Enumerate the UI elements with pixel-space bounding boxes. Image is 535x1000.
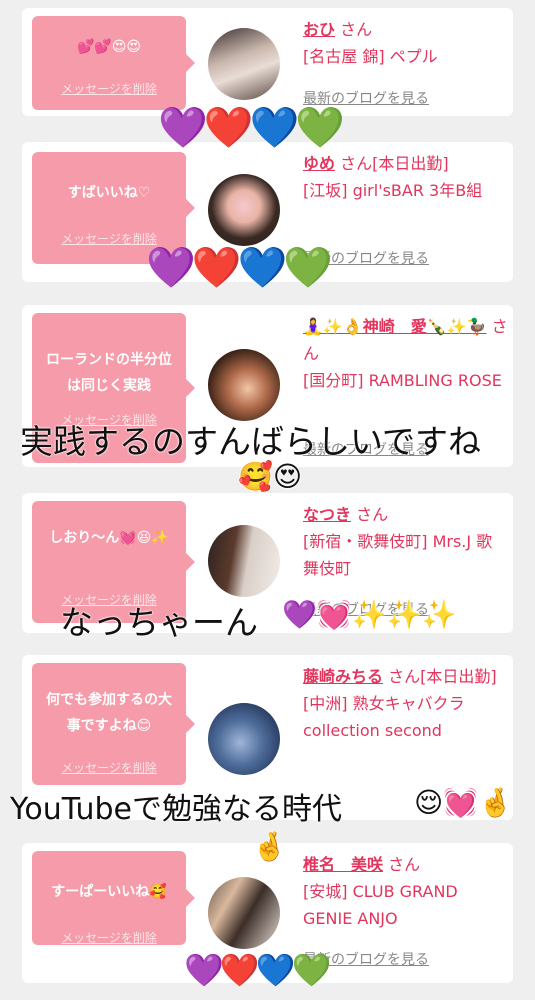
shop-info: [安城] CLUB GRAND GENIE ANJO: [303, 882, 458, 928]
delete-message-link[interactable]: メッセージを削除: [32, 80, 186, 97]
overlay-caption: 実践するのすんばらしいですね: [20, 422, 482, 461]
overlay-emoji: 💜💓✨✨✨: [282, 598, 457, 631]
hearts-sticker: 💜❤️💙💚: [184, 951, 331, 989]
shop-info: [新宿・歌舞伎町] Mrs.J 歌舞伎町: [303, 532, 493, 578]
avatar[interactable]: [208, 525, 280, 597]
honorific: さん[本日出勤]: [388, 667, 497, 686]
message-bubble: すーぱーいいね🥰 メッセージを削除: [32, 851, 195, 946]
host-info: ゆめ さん[本日出勤] [江坂] girl'sBAR 3年B組: [303, 150, 508, 204]
host-name-link[interactable]: ゆめ: [303, 154, 335, 173]
overlay-emoji: 🤞: [252, 830, 287, 863]
honorific: さん: [340, 20, 373, 39]
delete-message-link[interactable]: メッセージを削除: [32, 929, 186, 946]
host-name-link[interactable]: なつき: [303, 505, 351, 524]
overlay-emoji: 😌💓🤞: [414, 786, 513, 819]
message-text: すばいいね♡: [67, 185, 151, 201]
shop-info: [国分町] RAMBLING ROSE: [303, 371, 502, 390]
avatar[interactable]: [208, 349, 280, 421]
host-name-link[interactable]: 🧘‍♀️✨👌神崎 愛🍾✨🦆: [303, 317, 487, 336]
honorific: さん[本日出勤]: [340, 154, 449, 173]
shop-info: [中洲] 熟女キャバクラ collection second: [303, 694, 465, 740]
host-info: 藤崎みちる さん[本日出勤] [中洲] 熟女キャバクラ collection s…: [303, 663, 508, 744]
avatar[interactable]: [208, 174, 280, 246]
host-name-link[interactable]: 藤崎みちる: [303, 667, 383, 686]
honorific: さん: [388, 855, 421, 874]
message-card: 💕💕😍😍 メッセージを削除 おひ さん [名古屋 錦] ペプル 最新のブログを見…: [22, 8, 513, 116]
message-text: すーぱーいいね🥰: [51, 884, 167, 900]
message-text: ローランドの半分位は同じく実践: [46, 352, 172, 394]
shop-info: [江坂] girl'sBAR 3年B組: [303, 181, 483, 200]
host-info: 椎名 美咲 さん [安城] CLUB GRAND GENIE ANJO: [303, 851, 508, 932]
shop-info: [名古屋 錦] ペプル: [303, 47, 438, 66]
host-name-link[interactable]: 椎名 美咲: [303, 855, 383, 874]
avatar[interactable]: [208, 703, 280, 775]
host-info: おひ さん [名古屋 錦] ペプル: [303, 16, 508, 70]
message-text: 💕💕😍😍: [76, 39, 142, 55]
host-name-link[interactable]: おひ: [303, 20, 335, 39]
message-text: しおり〜ん💓😆✨: [49, 530, 169, 546]
message-bubble: 何でも参加するの大事ですよね😊 メッセージを削除: [32, 663, 195, 785]
host-info: なつき さん [新宿・歌舞伎町] Mrs.J 歌舞伎町: [303, 501, 508, 582]
message-bubble: 💕💕😍😍 メッセージを削除: [32, 16, 195, 110]
avatar[interactable]: [208, 877, 280, 949]
overlay-caption: YouTubeで勉強なる時代: [10, 792, 342, 827]
host-info: 🧘‍♀️✨👌神崎 愛🍾✨🦆 さん [国分町] RAMBLING ROSE: [303, 313, 508, 394]
delete-message-link[interactable]: メッセージを削除: [32, 759, 186, 776]
overlay-caption: なっちゃーん: [60, 603, 258, 642]
avatar[interactable]: [208, 28, 280, 100]
message-text: 何でも参加するの大事ですよね😊: [46, 692, 172, 734]
honorific: さん: [356, 505, 389, 524]
hearts-sticker: 💜❤️💙💚: [158, 105, 345, 151]
overlay-emoji: 🥰😍: [238, 460, 303, 493]
hearts-sticker: 💜❤️💙💚: [146, 245, 333, 291]
